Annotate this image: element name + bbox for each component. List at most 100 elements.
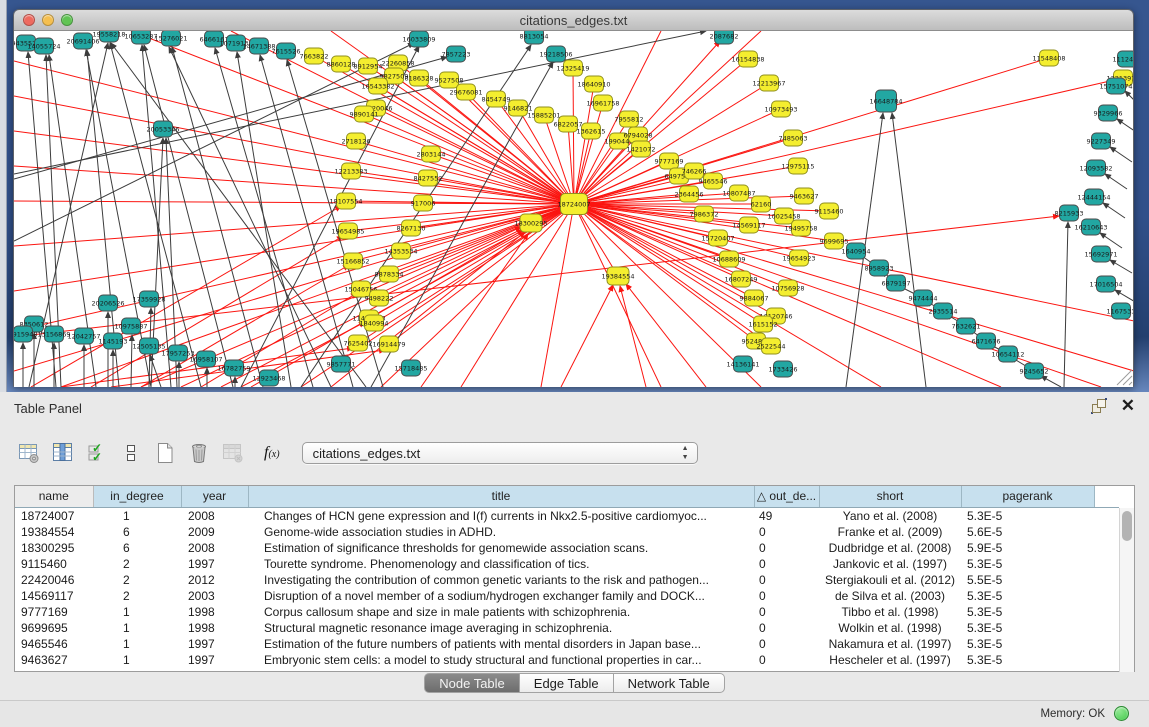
column-header-short[interactable]: short [819, 486, 961, 507]
table-cell[interactable]: Tourette syndrome. Phenomenology and cla… [248, 556, 754, 572]
table-cell[interactable]: Jankovic et al. (1997) [819, 556, 961, 572]
network-node[interactable]: 1145193 [99, 333, 128, 349]
show-column-button[interactable] [48, 439, 78, 467]
table-cell[interactable]: 2 [93, 572, 181, 588]
table-cell[interactable]: 2012 [181, 572, 248, 588]
table-cell[interactable]: 9463627 [15, 652, 93, 668]
network-canvas[interactable]: 1830029519384554766382288601288912954222… [14, 31, 1133, 387]
network-node[interactable]: 16033809 [402, 31, 435, 47]
table-cell[interactable]: Changes of HCN gene expression and I(f) … [248, 507, 754, 524]
table-row[interactable]: 969969511998Structural magnetic resonanc… [15, 620, 1119, 636]
column-header-year[interactable]: year [181, 486, 248, 507]
table-cell[interactable]: Estimation of significance thresholds fo… [248, 540, 754, 556]
table-cell[interactable]: 2008 [181, 540, 248, 556]
column-header-in_degree[interactable]: in_degree [93, 486, 181, 507]
network-node[interactable]: 12444154 [1077, 189, 1110, 205]
table-cell[interactable]: 6 [93, 540, 181, 556]
network-node[interactable]: 10653287 [124, 31, 157, 44]
table-cell[interactable]: Investigating the contribution of common… [248, 572, 754, 588]
table-cell[interactable]: 1997 [181, 556, 248, 572]
table-cell[interactable]: 5.3E-5 [961, 556, 1094, 572]
network-node[interactable]: 20206526 [91, 295, 124, 311]
table-cell[interactable]: 5.9E-5 [961, 540, 1094, 556]
table-row[interactable]: 1456911722003Disruption of a novel membe… [15, 588, 1119, 604]
table-cell[interactable]: 14569117 [15, 588, 93, 604]
table-cell[interactable]: 2008 [181, 507, 248, 524]
table-cell[interactable]: 1 [93, 652, 181, 668]
network-node[interactable]: 7955812 [615, 111, 644, 127]
table-cell[interactable]: 2003 [181, 588, 248, 604]
network-node[interactable]: 1733426 [769, 361, 798, 377]
network-node[interactable]: 17359928 [132, 291, 165, 307]
table-row[interactable]: 1938455462009Genome-wide association stu… [15, 524, 1119, 540]
table-row[interactable]: 911546021997Tourette syndrome. Phenomeno… [15, 556, 1119, 572]
column-header-title[interactable]: title [248, 486, 754, 507]
column-header-name[interactable]: name [15, 486, 93, 507]
close-panel-icon[interactable]: ✕ [1121, 398, 1135, 414]
table-cell[interactable]: 0 [754, 572, 819, 588]
network-node[interactable]: 62160 [751, 196, 772, 212]
table-cell[interactable]: 9465546 [15, 636, 93, 652]
network-node[interactable]: 10975887 [114, 318, 147, 334]
table-cell[interactable]: 1998 [181, 604, 248, 620]
network-node[interactable]: 6879197 [882, 275, 911, 291]
table-row[interactable]: 1830029562008Estimation of significance … [15, 540, 1119, 556]
network-node[interactable]: 18724007 [557, 194, 590, 215]
network-node[interactable]: 8215933 [1055, 205, 1084, 221]
table-cell[interactable]: 0 [754, 620, 819, 636]
table-cell[interactable]: 2 [93, 556, 181, 572]
network-node[interactable]: 15276021 [154, 31, 187, 46]
network-node[interactable]: 917006 [411, 195, 436, 211]
network-node[interactable]: 11548408 [1032, 50, 1065, 66]
tab-node-table[interactable]: Node Table [424, 673, 520, 693]
network-node[interactable]: 7615526 [272, 43, 301, 59]
table-cell[interactable]: Stergiakouli et al. (2012) [819, 572, 961, 588]
network-node[interactable]: 18640910 [577, 76, 610, 92]
table-cell[interactable]: Yano et al. (2008) [819, 507, 961, 524]
close-window-button[interactable] [23, 14, 35, 26]
table-cell[interactable]: 5.3E-5 [961, 636, 1094, 652]
network-node[interactable]: 15692971 [1084, 246, 1117, 262]
network-node[interactable]: 1167533 [1107, 303, 1133, 319]
tab-network-table[interactable]: Network Table [614, 673, 725, 693]
network-node[interactable]: 12213967 [752, 75, 785, 91]
new-document-button[interactable] [150, 439, 180, 467]
network-node[interactable]: 16210643 [1074, 219, 1107, 235]
table-cell[interactable]: 1 [93, 604, 181, 620]
table-cell[interactable]: 9777169 [15, 604, 93, 620]
zoom-window-button[interactable] [61, 14, 73, 26]
table-cell[interactable]: 0 [754, 540, 819, 556]
table-cell[interactable]: de Silva et al. (2003) [819, 588, 961, 604]
network-node[interactable]: 8813054 [520, 31, 549, 44]
network-node[interactable]: 15718485 [394, 360, 427, 376]
network-window-titlebar[interactable]: citations_edges.txt [14, 10, 1133, 31]
network-node[interactable]: 12093582 [1079, 160, 1112, 176]
table-cell[interactable]: 0 [754, 636, 819, 652]
network-node[interactable]: 8186328 [405, 70, 434, 86]
table-cell[interactable]: Estimation of the future numbers of pati… [248, 636, 754, 652]
network-node[interactable]: 8878334 [375, 266, 404, 282]
table-cell[interactable]: 5.3E-5 [961, 507, 1094, 524]
table-cell[interactable]: 19384554 [15, 524, 93, 540]
network-node[interactable]: 19654985 [331, 223, 364, 239]
network-node[interactable]: 6471676 [972, 333, 1001, 349]
table-cell[interactable]: Nakamura et al. (1997) [819, 636, 961, 652]
table-cell[interactable]: 0 [754, 524, 819, 540]
table-row[interactable]: 946554611997Estimation of the future num… [15, 636, 1119, 652]
table-cell[interactable]: Genome-wide association studies in ADHD. [248, 524, 754, 540]
table-cell[interactable]: Corpus callosum shape and size in male p… [248, 604, 754, 620]
table-row[interactable]: 2242004622012Investigating the contribut… [15, 572, 1119, 588]
table-cell[interactable]: Hescheler et al. (1997) [819, 652, 961, 668]
table-cell[interactable]: 1 [93, 636, 181, 652]
table-cell[interactable]: 5.3E-5 [961, 652, 1094, 668]
table-cell[interactable]: Wolkin et al. (1998) [819, 620, 961, 636]
table-cell[interactable]: 0 [754, 652, 819, 668]
network-node[interactable]: 12975115 [781, 158, 814, 174]
table-cell[interactable]: 9699695 [15, 620, 93, 636]
table-cell[interactable]: 22420046 [15, 572, 93, 588]
network-node[interactable]: 9115460 [815, 203, 844, 219]
delete-column-button[interactable] [184, 439, 214, 467]
column-header-out_de[interactable]: △ out_de... [754, 486, 819, 507]
table-cell[interactable]: 5.3E-5 [961, 588, 1094, 604]
table-cell[interactable]: Embryonic stem cells: a model to study s… [248, 652, 754, 668]
